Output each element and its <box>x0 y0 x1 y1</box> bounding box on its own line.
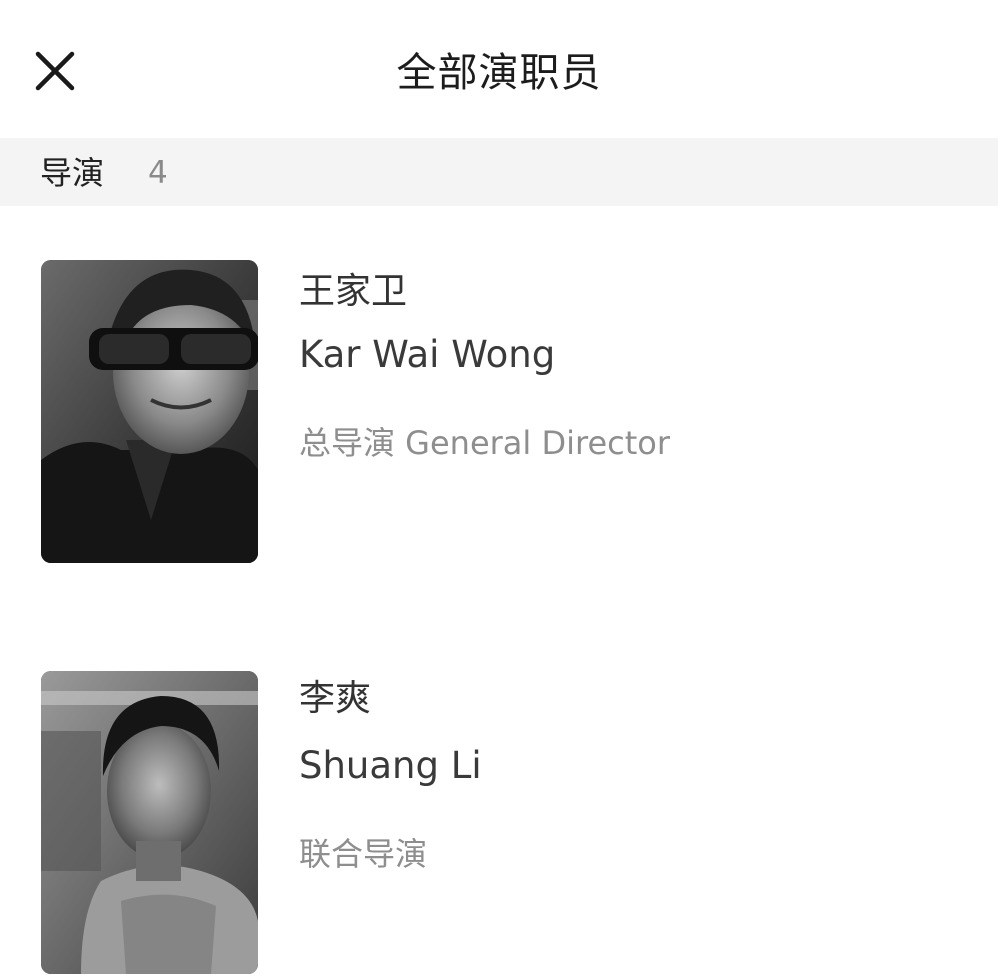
section-count: 4 <box>148 155 168 191</box>
person-role: 总导演 General Director <box>299 424 671 462</box>
person-photo[interactable] <box>41 260 258 563</box>
person-role: 联合导演 <box>299 835 428 873</box>
page-title: 全部演职员 <box>396 50 602 96</box>
person-list-item[interactable]: 李爽 Shuang Li 联合导演 <box>0 671 998 974</box>
person-english-name: Kar Wai Wong <box>299 333 556 376</box>
person-photo[interactable] <box>41 671 258 974</box>
section-label: 导演 <box>40 154 105 192</box>
portrait-photo <box>41 260 258 563</box>
top-bar: 全部演职员 <box>0 0 998 138</box>
section-header-directors: 导演 4 <box>0 138 998 206</box>
person-list-item[interactable]: 王家卫 Kar Wai Wong 总导演 General Director <box>0 260 998 570</box>
portrait-photo <box>41 671 258 974</box>
person-chinese-name: 李爽 <box>299 678 372 719</box>
person-english-name: Shuang Li <box>299 744 482 787</box>
person-chinese-name: 王家卫 <box>299 271 408 312</box>
